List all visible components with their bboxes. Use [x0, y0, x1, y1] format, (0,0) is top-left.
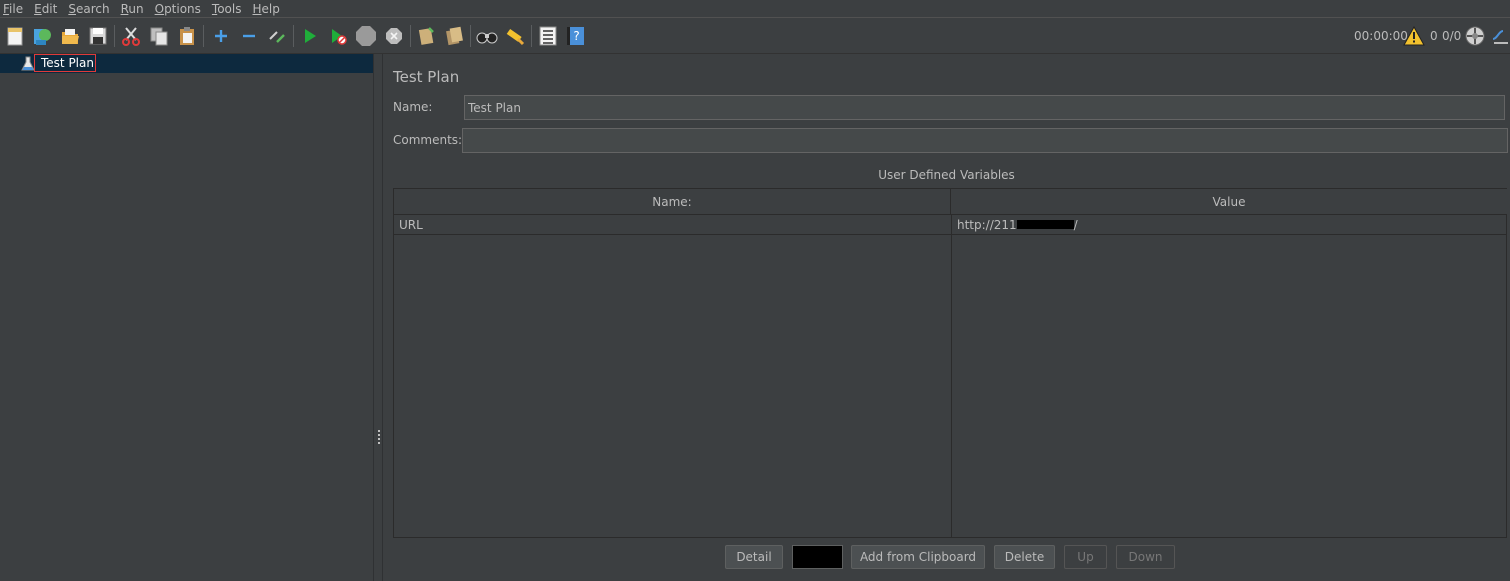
open-folder-icon[interactable] [59, 25, 81, 47]
column-header-name[interactable]: Name: [394, 189, 951, 215]
menu-tools[interactable]: Tools [208, 1, 249, 17]
delete-button[interactable]: Delete [994, 545, 1055, 569]
comments-field[interactable] [462, 128, 1508, 153]
variable-value-cell[interactable]: http://211 / [952, 215, 1507, 235]
menu-file[interactable]: File [0, 1, 30, 17]
column-header-value[interactable]: Value [951, 189, 1507, 215]
remote-engine-icon[interactable] [1464, 25, 1486, 47]
paste-icon[interactable] [176, 25, 198, 47]
help-icon[interactable]: ? [565, 25, 587, 47]
tree-item-test-plan[interactable]: Test Plan [0, 54, 373, 73]
function-helper-list-icon[interactable] [537, 25, 559, 47]
copy-icon[interactable] [148, 25, 170, 47]
tree-item-label: Test Plan [34, 54, 96, 72]
value-prefix: http://211 [957, 218, 1017, 232]
log-viewer-icon[interactable] [1491, 25, 1510, 47]
menu-bar: File Edit Search Run Options Tools Help [0, 0, 1510, 17]
divider-grip-icon[interactable] [378, 430, 380, 444]
detail-button[interactable]: Detail [725, 545, 783, 569]
split-pane-divider[interactable] [373, 54, 383, 581]
menu-run[interactable]: Run [117, 1, 151, 17]
value-suffix: / [1073, 218, 1078, 232]
down-button[interactable]: Down [1116, 545, 1175, 569]
name-field[interactable] [464, 95, 1505, 120]
name-label: Name: [393, 100, 433, 114]
clear-broom-icon[interactable] [415, 25, 437, 47]
shutdown-icon[interactable] [383, 25, 405, 47]
toolbar-separator [531, 25, 532, 47]
toolbar-separator [114, 25, 115, 47]
elapsed-time: 00:00:00 [1354, 29, 1408, 43]
panel-title: Test Plan [393, 68, 460, 86]
toolbar-separator [470, 25, 471, 47]
menu-edit[interactable]: Edit [30, 1, 64, 17]
new-document-icon[interactable] [4, 25, 26, 47]
expand-plus-icon[interactable] [210, 25, 232, 47]
toolbar-separator [203, 25, 204, 47]
add-from-clipboard-button[interactable]: Add from Clipboard [851, 545, 985, 569]
variable-name-cell[interactable]: URL [394, 215, 951, 235]
test-plan-editor: Test Plan Name: Comments: User Defined V… [383, 54, 1510, 581]
menu-help[interactable]: Help [249, 1, 287, 17]
user-defined-variables-title: User Defined Variables [878, 168, 1015, 182]
stop-icon[interactable] [355, 25, 377, 47]
toolbar: ? 00:00:00 0 0/0 [0, 18, 1510, 53]
save-icon[interactable] [87, 25, 109, 47]
test-tree-panel: Test Plan [0, 54, 373, 581]
redacted-block [1016, 220, 1074, 229]
cut-icon[interactable] [120, 25, 142, 47]
up-button[interactable]: Up [1064, 545, 1107, 569]
toolbar-separator [293, 25, 294, 47]
start-icon[interactable] [299, 25, 321, 47]
collapse-minus-icon[interactable] [238, 25, 260, 47]
column-divider [951, 215, 952, 537]
menu-options[interactable]: Options [151, 1, 208, 17]
menu-search[interactable]: Search [64, 1, 116, 17]
reset-search-icon[interactable] [504, 25, 526, 47]
active-threads: 0/0 [1442, 29, 1462, 43]
svg-text:?: ? [573, 29, 579, 43]
warning-count: 0 [1430, 29, 1438, 43]
clear-all-broom-icon[interactable] [443, 25, 465, 47]
start-no-pauses-icon[interactable] [327, 25, 349, 47]
redacted-button[interactable] [792, 545, 843, 569]
templates-icon[interactable] [31, 25, 53, 47]
toggle-icon[interactable] [266, 25, 288, 47]
test-plan-flask-icon [21, 56, 35, 72]
toolbar-separator [410, 25, 411, 47]
binoculars-search-icon[interactable] [476, 25, 498, 47]
warning-icon[interactable] [1403, 25, 1425, 46]
comments-label: Comments: [393, 133, 463, 147]
user-defined-variables-table: Name: Value URL http://211 / [393, 188, 1507, 538]
